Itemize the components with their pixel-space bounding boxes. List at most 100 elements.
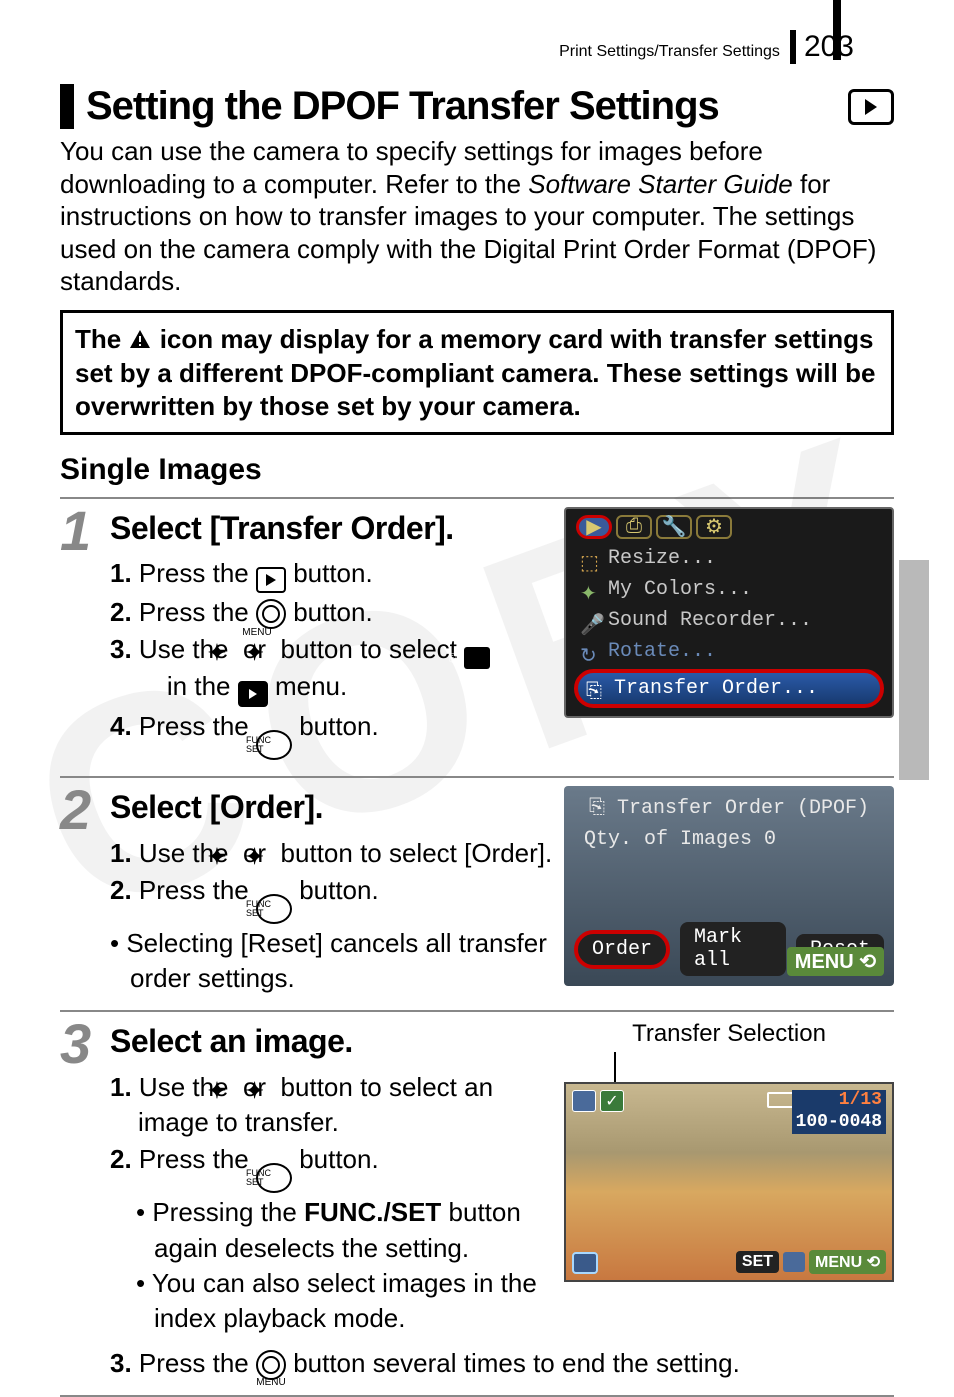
intro-emphasis: Software Starter Guide [528, 169, 792, 199]
cam-menu-item: ⬚Resize... [572, 543, 886, 574]
step-line: 1. Use the ✦ or ✦ button to select an im… [110, 1070, 554, 1141]
cam-menu-item: ↻Rotate... [572, 636, 886, 667]
cam-tab-print: ⎙ [616, 515, 652, 539]
step-row: 3 Select an image. 1. Use the ✦ or ✦ but… [60, 1010, 894, 1394]
step-line: 1. Press the button. [110, 556, 554, 593]
transfer-small-icon [783, 1252, 805, 1272]
li-num: 1. [110, 558, 132, 588]
cam2-menu-label: MENU ⟲ [787, 947, 884, 976]
func-set-button-icon: FUNCSET [256, 894, 292, 924]
menu-label: MENU ⟲ [809, 1250, 886, 1274]
step-row: 2 Select [Order]. 1. Use the ✦ or ✦ butt… [60, 776, 894, 1010]
cam-tab-tools: 🔧 [656, 515, 692, 539]
playback-menu-icon [238, 681, 268, 707]
set-label: SET [736, 1251, 779, 1273]
li-text: button. [286, 597, 373, 627]
menu-text: MENU [815, 1254, 862, 1271]
cam-tab-setup: ⚙ [696, 515, 732, 539]
li-num: 3. [110, 634, 132, 664]
playback-button-icon [256, 567, 286, 593]
li-num: 2. [110, 875, 132, 905]
li-text: button. [292, 875, 379, 905]
cam3-bottom-left-icon [572, 1252, 598, 1274]
img-file: 100-0048 [792, 1112, 886, 1134]
step-bullet: • Selecting [Reset] cancels all transfer… [110, 926, 554, 996]
cam2-order-btn: Order [574, 930, 670, 969]
li-text: Press the [132, 1144, 256, 1174]
step-line: 1. Use the ✦ or ✦ button to select [Orde… [110, 836, 554, 872]
cam-menu-label: Sound Recorder... [608, 609, 812, 632]
warning-icon [128, 325, 152, 358]
step-row: 1 Select [Transfer Order]. 1. Press the … [60, 499, 894, 776]
step-line: 2. Press the FUNCSET button. [110, 873, 554, 924]
li-text: Press the [132, 875, 256, 905]
step-line: 4. Press the FUNCSET button. [110, 709, 554, 760]
menu-button-icon: MENU [256, 599, 286, 629]
step-number: 2 [60, 778, 110, 1010]
callout-line [614, 1052, 616, 1082]
li-text: button to select [273, 634, 464, 664]
cam2-markall-btn: Mark all [680, 922, 786, 976]
li-text: Press the [132, 711, 256, 741]
step-number: 1 [60, 499, 110, 776]
li-text: Press the [132, 558, 256, 588]
menu-label: MENU [270, 626, 271, 640]
cam2-menu-text: MENU [795, 951, 854, 973]
warning-box: The icon may display for a memory card w… [60, 310, 894, 436]
li-num: 2. [110, 597, 132, 627]
playback-mode-icon [848, 89, 894, 125]
func-set-button-icon: FUNCSET [256, 730, 292, 760]
li-text: in the [167, 671, 238, 701]
li-num: 1. [110, 838, 132, 868]
page-title: Setting the DPOF Transfer Settings [60, 84, 719, 129]
step-heading: Select [Order]. [110, 786, 554, 829]
warn-post: icon may display for a memory card with … [75, 324, 875, 421]
side-tab [899, 560, 929, 780]
cam-menu-item-selected: ⎘Transfer Order... [574, 669, 884, 708]
step-text: Select an image. 1. Use the ✦ or ✦ butto… [110, 1020, 554, 1335]
menu-button-icon: MENU [256, 1350, 286, 1380]
li-text: menu. [268, 671, 348, 701]
top-marker [833, 0, 841, 60]
cam3-top-right: 1/13 100-0048 [792, 1090, 886, 1134]
li-num: 1. [110, 1072, 132, 1102]
shot3-caption: Transfer Selection [564, 1020, 894, 1048]
li-num: 2. [110, 1144, 132, 1174]
title-row: Setting the DPOF Transfer Settings [60, 84, 894, 129]
cam-menu-item: 🎤Sound Recorder... [572, 605, 886, 636]
step-text: Select [Order]. 1. Use the ✦ or ✦ button… [110, 786, 554, 996]
cam2-title: ⎘ Transfer Order (DPOF) [574, 796, 884, 820]
step-sub: • Pressing the FUNC./SET button again de… [110, 1195, 554, 1265]
li-text: Press the [132, 1348, 256, 1378]
menu-label: MENU [256, 1376, 285, 1390]
sub-bold: FUNC./SET [304, 1197, 441, 1227]
img-counter: 1/13 [792, 1090, 886, 1112]
header-section: Print Settings/Transfer Settings [559, 43, 780, 61]
screenshot-3: Transfer Selection ✓ 1/13 100-0048 [564, 1020, 894, 1335]
step-sub: • You can also select images in the inde… [110, 1266, 554, 1336]
step-line: 2. Press the MENU button. [110, 595, 554, 630]
step-heading: Select [Transfer Order]. [110, 507, 554, 550]
step-line: 3. Use the ✦ or ✦ button to select ⎘ in … [110, 632, 554, 707]
step-text: Select [Transfer Order]. 1. Press the bu… [110, 507, 554, 762]
check-icon: ✓ [600, 1090, 624, 1112]
li-num: 4. [110, 711, 132, 741]
section-heading: Single Images [60, 453, 894, 487]
li-text: button. [292, 1144, 379, 1174]
warn-pre: The [75, 324, 128, 354]
cam-menu-label: Rotate... [608, 640, 716, 663]
cam3-bottom-right: SET MENU ⟲ [736, 1250, 886, 1274]
li-text: button. [286, 558, 373, 588]
cam3-top-left: ✓ [572, 1090, 624, 1112]
li-text: button several times to end the setting. [286, 1348, 740, 1378]
li-text: button. [292, 711, 379, 741]
step-line-3: 3. Press the MENU button several times t… [110, 1346, 894, 1381]
cam-menu-label: Resize... [608, 547, 716, 570]
func-set-button-icon: FUNCSET [256, 1163, 292, 1193]
transfer-icon [572, 1090, 596, 1112]
li-num: 3. [110, 1348, 132, 1378]
sub-text: • Pressing the [136, 1197, 304, 1227]
step-heading: Select an image. [110, 1020, 554, 1063]
li-text: Press the [132, 597, 256, 627]
li-text: button to select [Order]. [273, 838, 552, 868]
